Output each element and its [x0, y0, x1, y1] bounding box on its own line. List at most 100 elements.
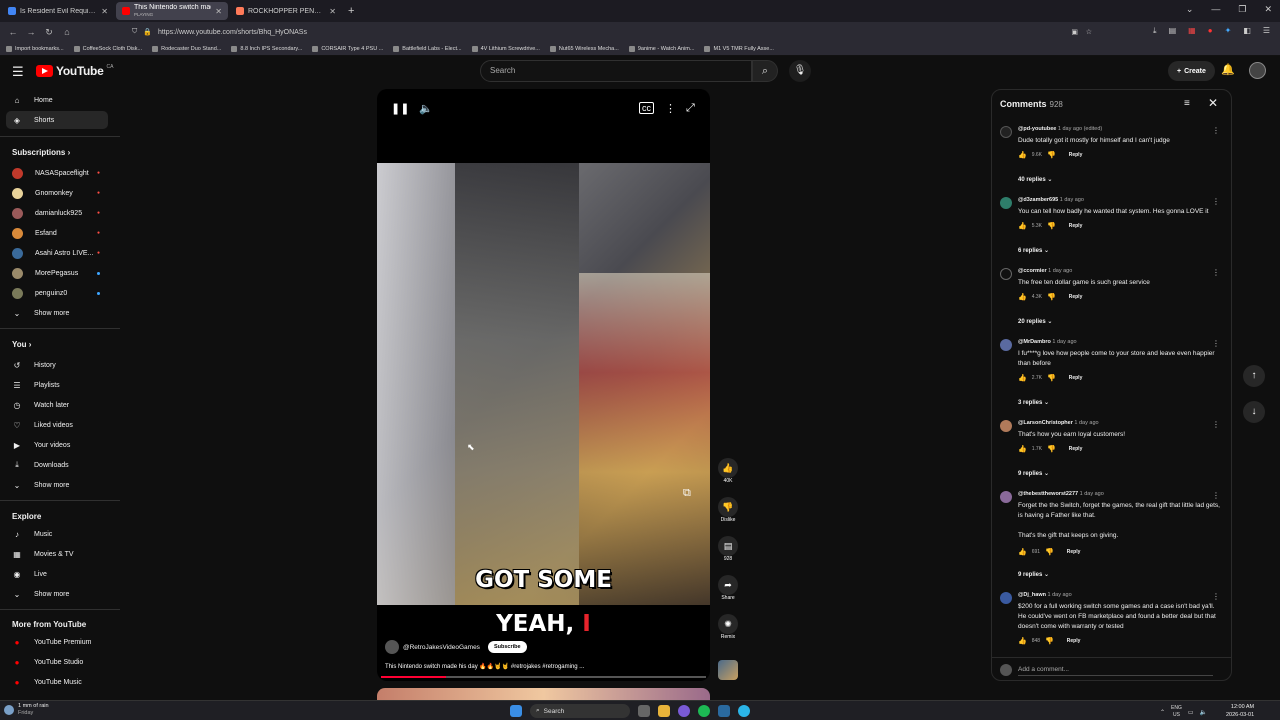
picture-in-picture-icon[interactable]: ⧉ [683, 487, 691, 500]
close-tab-icon[interactable]: ✕ [101, 7, 108, 16]
reply-button[interactable]: Reply [1069, 446, 1083, 452]
bookmark-item[interactable]: Nut65 Wireless Mecha... [549, 45, 619, 52]
picture-icon[interactable]: ▣ [1071, 28, 1078, 36]
sidebar-item-subscription[interactable]: Asahi Astro LIVE... ● [6, 244, 108, 262]
bookmark-item[interactable]: Battlefield Labs - Elect... [393, 45, 462, 52]
sidebar-show-more[interactable]: ⌄ Show more [6, 476, 108, 494]
comment-author[interactable]: @MrDambro [1018, 339, 1051, 345]
sidebar-item-liked-videos[interactable]: ♡ Liked videos [6, 416, 108, 434]
sidebar-item-subscription[interactable]: damianluck925 ● [6, 204, 108, 222]
windows-start-icon[interactable] [510, 705, 522, 717]
comment-menu-icon[interactable]: ⋮ [1212, 268, 1220, 277]
sidebar-item-subscription[interactable]: NASASpaceflight ● [6, 164, 108, 182]
sidebar-item-youtube-music[interactable]: ● YouTube Music [6, 673, 108, 691]
sidebar-item-home[interactable]: ⌂ Home [6, 91, 108, 109]
shorts-player[interactable]: ❚❚ 🔈 cc ⋮ ⤢ ⧉ YEAH, I GOT SOME @RetroJak… [377, 89, 710, 681]
reload-icon[interactable]: ↻ [40, 27, 58, 38]
like-icon[interactable]: 👍 [1018, 445, 1027, 453]
sidebar-item-subscription[interactable]: Gnomonkey ● [6, 184, 108, 202]
sidebar-show-more[interactable]: ⌄ Show more [6, 585, 108, 603]
subscriptions-heading[interactable]: Subscriptions › [12, 148, 70, 157]
sidebar-item-shorts[interactable]: ◈ Shorts [6, 111, 108, 129]
dislike-icon[interactable]: 👎 [1047, 374, 1056, 382]
channel-name[interactable]: @RetroJakesVideoGames [403, 644, 480, 651]
youtube-logo[interactable]: YouTube CA [36, 64, 113, 78]
extension-icon[interactable]: ● [1208, 26, 1213, 36]
reply-button[interactable]: Reply [1069, 294, 1083, 300]
steam-icon[interactable] [718, 705, 730, 717]
url-text[interactable]: https://www.youtube.com/shorts/Bhq_HyONA… [158, 29, 307, 36]
sound-thumbnail[interactable] [718, 660, 738, 680]
comment-menu-icon[interactable]: ⋮ [1212, 339, 1220, 348]
video-frame[interactable]: ⧉ YEAH, I [377, 163, 710, 637]
notifications-bell-icon[interactable]: 🔔 [1221, 63, 1235, 76]
home-icon[interactable]: ⌂ [58, 27, 76, 37]
comment-menu-icon[interactable]: ⋮ [1212, 592, 1220, 601]
commenter-avatar[interactable] [1000, 491, 1012, 503]
tab-list-icon[interactable]: ⌄ [1186, 4, 1194, 15]
volume-icon[interactable]: 🔈 [419, 102, 433, 115]
bookmark-item[interactable]: Rodecaster Duo Stand... [152, 45, 221, 52]
browser-tab-2[interactable]: This Nintendo switch made his PLAYING ✕ [116, 2, 228, 20]
bookmark-item[interactable]: 8.8 Inch IPS Secondary... [231, 45, 302, 52]
bookmark-item[interactable]: 9anime - Watch Anim... [628, 45, 694, 52]
share-button[interactable]: ➦ Share [714, 575, 742, 601]
sidebar-item-history[interactable]: ↺ History [6, 356, 108, 374]
sidebar-show-more[interactable]: ⌄ Show more [6, 304, 108, 322]
add-comment-input[interactable]: Add a comment... [1018, 666, 1213, 676]
sidebar-item-movies[interactable]: ▦ Movies & TV [6, 545, 108, 563]
taskbar-clock[interactable]: 12:00 AM 2026-03-01 [1226, 703, 1254, 719]
sidebar-item-live[interactable]: ◉ Live [6, 565, 108, 583]
close-tab-icon[interactable]: ✕ [329, 7, 336, 16]
dislike-icon[interactable]: 👎 [1047, 445, 1056, 453]
back-icon[interactable]: ← [4, 27, 22, 37]
view-replies-button[interactable]: 6 replies ⌄ [1018, 247, 1049, 254]
view-replies-button[interactable]: 9 replies ⌄ [1018, 470, 1049, 477]
bookmark-item[interactable]: CoffeeSock Cloth Disk... [73, 45, 142, 52]
view-replies-button[interactable]: 40 replies ⌄ [1018, 176, 1052, 183]
close-icon[interactable]: ✕ [1208, 96, 1218, 110]
sidebar-item-subscription[interactable]: MorePegasus [6, 264, 108, 282]
comment-author[interactable]: @Dj_hawn [1018, 592, 1046, 598]
you-heading[interactable]: You › [12, 340, 31, 349]
next-short-button[interactable]: ↓ [1243, 401, 1265, 423]
comment-author[interactable]: @LarsonChristopher [1018, 420, 1073, 426]
volume-icon[interactable]: 🔈 [1200, 709, 1207, 716]
bookmark-item[interactable]: M1 V5 TMR Fully Asse... [704, 45, 774, 52]
fullscreen-icon[interactable]: ⤢ [686, 102, 695, 115]
comment-menu-icon[interactable]: ⋮ [1212, 420, 1220, 429]
sidebar-item-music[interactable]: ♪ Music [6, 525, 108, 543]
spotify-icon[interactable] [698, 705, 710, 717]
reply-button[interactable]: Reply [1069, 152, 1083, 158]
sidebar-item-youtube-premium[interactable]: ● YouTube Premium [6, 633, 108, 651]
like-icon[interactable]: 👍 [1018, 548, 1027, 556]
extension-icon[interactable]: ✦ [1225, 26, 1232, 36]
reply-button[interactable]: Reply [1067, 638, 1081, 644]
close-tab-icon[interactable]: ✕ [215, 7, 222, 16]
extension-icon[interactable]: ▦ [1188, 26, 1196, 36]
tray-overflow-icon[interactable]: ⌃ [1160, 709, 1165, 716]
like-icon[interactable]: 👍 [1018, 151, 1027, 159]
search-input[interactable]: Search [480, 60, 752, 82]
sidebar-item-subscription[interactable]: penguinz0 [6, 284, 108, 302]
like-icon[interactable]: 👍 [1018, 374, 1027, 382]
subscribe-button[interactable]: Subscribe [487, 641, 527, 653]
comment-menu-icon[interactable]: ⋮ [1212, 197, 1220, 206]
voice-search-button[interactable]: 🎙 [789, 60, 811, 82]
comment-author[interactable]: @pd-youtubee [1018, 126, 1056, 132]
minimize-icon[interactable]: — [1211, 4, 1220, 15]
comment-menu-icon[interactable]: ⋮ [1212, 491, 1220, 500]
sidebar-item-your-videos[interactable]: ▶ Your videos [6, 436, 108, 454]
captions-icon[interactable]: cc [639, 102, 654, 114]
pause-icon[interactable]: ❚❚ [391, 102, 409, 115]
reply-button[interactable]: Reply [1069, 375, 1083, 381]
channel-avatar[interactable] [385, 640, 399, 654]
browser-tab-1[interactable]: Is Resident Evil Requiem Good ✕ [2, 2, 114, 20]
comment-author[interactable]: @ccormier [1018, 268, 1047, 274]
weather-widget[interactable]: 1 mm of rain Friday [4, 703, 49, 717]
dislike-icon[interactable]: 👎 [1047, 151, 1056, 159]
dislike-icon[interactable]: 👎 [1045, 637, 1054, 645]
language-indicator[interactable]: ENG US [1171, 705, 1182, 719]
sidebar-item-youtube-studio[interactable]: ● YouTube Studio [6, 653, 108, 671]
browser-tab-3[interactable]: ROCKHOPPER PENGUIN at Duo ✕ [230, 2, 342, 20]
